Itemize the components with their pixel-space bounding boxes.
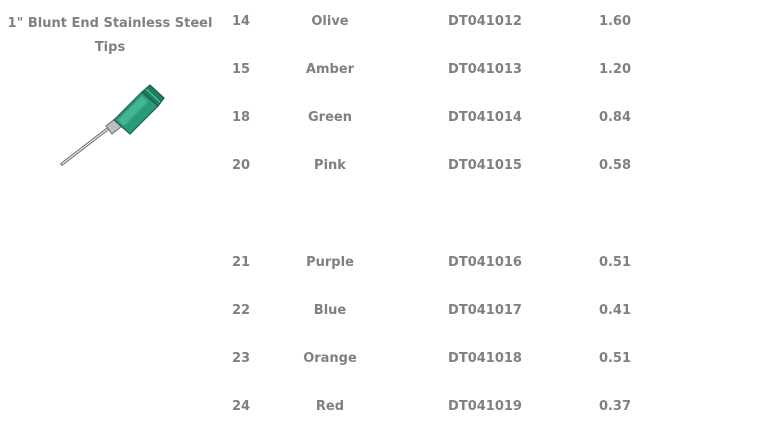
- product-title: 1" Blunt End Stainless Steel Tips: [0, 12, 220, 60]
- part-number-cell: DT041012: [448, 14, 522, 29]
- color-cell: Pink: [314, 158, 346, 173]
- gauge-cell: 14: [232, 14, 251, 29]
- table-row: 22 Blue DT041017 0.41: [220, 299, 768, 323]
- color-cell: Green: [308, 110, 352, 125]
- table-row: 15 Amber DT041013 1.20: [220, 58, 768, 82]
- table-row: 24 Red DT041019 0.37: [220, 395, 768, 419]
- table-row: 18 Green DT041014 0.84: [220, 106, 768, 130]
- color-cell: Amber: [305, 62, 355, 77]
- gauge-cell: 24: [232, 399, 251, 414]
- inner-diameter-cell: 1.20: [598, 62, 632, 77]
- part-number-cell: DT041015: [448, 158, 522, 173]
- gauge-cell: 23: [232, 351, 251, 366]
- table-row: 14 Olive DT041012 1.60: [220, 10, 768, 34]
- gauge-cell: 21: [232, 255, 251, 270]
- table-row: 23 Orange DT041018 0.51: [220, 347, 768, 371]
- color-cell: Blue: [313, 303, 347, 318]
- inner-diameter-cell: 0.37: [598, 399, 632, 414]
- color-cell: Orange: [303, 351, 357, 366]
- part-number-cell: DT041013: [448, 62, 522, 77]
- inner-diameter-cell: 0.58: [598, 158, 632, 173]
- product-cell: 1" Blunt End Stainless Steel Tips: [0, 0, 220, 424]
- color-cell: Purple: [306, 255, 354, 270]
- table-row: 21 Purple DT041016 0.51: [220, 251, 768, 275]
- inner-diameter-cell: 0.51: [598, 255, 632, 270]
- product-title-line1: 1" Blunt End Stainless Steel: [7, 16, 213, 31]
- part-number-cell: DT041014: [448, 110, 522, 125]
- color-cell: Olive: [311, 14, 349, 29]
- gauge-cell: 20: [232, 158, 251, 173]
- inner-diameter-cell: 0.51: [598, 351, 632, 366]
- needle-tip-icon: [60, 84, 165, 166]
- gauge-cell: 15: [232, 62, 251, 77]
- part-number-cell: DT041017: [448, 303, 522, 318]
- inner-diameter-cell: 1.60: [598, 14, 632, 29]
- gauge-cell: 18: [232, 110, 251, 125]
- inner-diameter-cell: 0.41: [598, 303, 632, 318]
- part-number-cell: DT041019: [448, 399, 522, 414]
- part-number-cell: DT041018: [448, 351, 522, 366]
- inner-diameter-cell: 0.84: [598, 110, 632, 125]
- table-row: 20 Pink DT041015 0.58: [220, 154, 768, 178]
- product-title-line2: Tips: [94, 40, 126, 55]
- color-cell: Red: [315, 399, 345, 414]
- gauge-cell: 22: [232, 303, 251, 318]
- part-number-cell: DT041016: [448, 255, 522, 270]
